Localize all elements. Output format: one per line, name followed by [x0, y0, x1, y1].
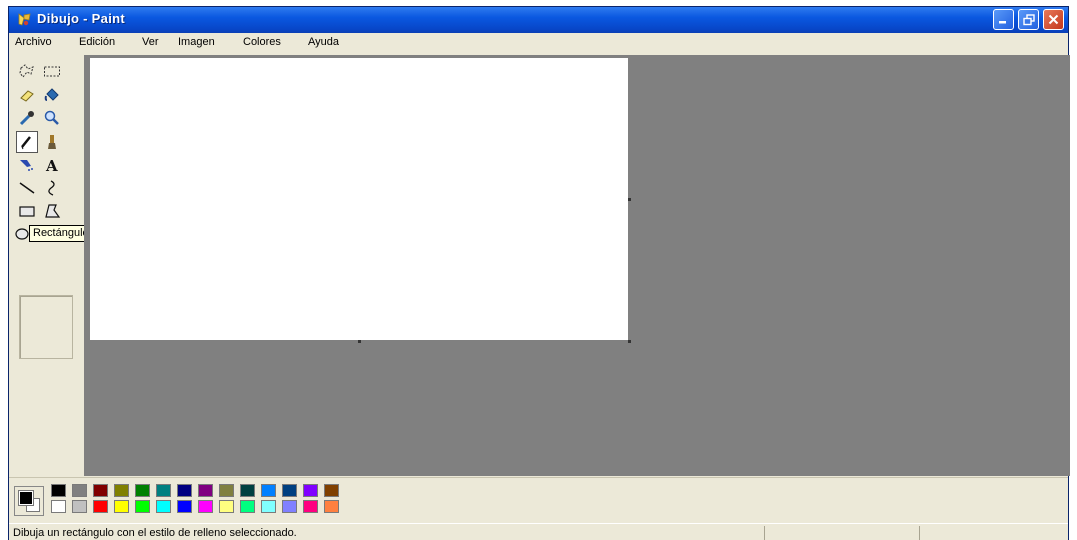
- palette-swatch[interactable]: [177, 484, 192, 497]
- menu-edicion[interactable]: Edición: [79, 36, 115, 48]
- color-picker-icon: [19, 111, 34, 126]
- tool-rect-select[interactable]: [41, 61, 63, 83]
- palette-swatch[interactable]: [219, 484, 234, 497]
- palette-swatch[interactable]: [303, 484, 318, 497]
- magnifier-icon: [44, 110, 59, 125]
- minimize-button[interactable]: [993, 9, 1014, 30]
- status-text: Dibuja un rectángulo con el estilo de re…: [13, 527, 297, 539]
- palette-swatch[interactable]: [93, 484, 108, 497]
- menu-ver[interactable]: Ver: [142, 36, 159, 48]
- restore-button[interactable]: [1018, 9, 1039, 30]
- close-button[interactable]: [1043, 9, 1064, 30]
- menu-bar: Archivo Edición Ver Imagen Colores Ayuda: [9, 33, 1068, 53]
- palette-swatch[interactable]: [51, 484, 66, 497]
- palette-swatch[interactable]: [324, 484, 339, 497]
- tool-rectangle[interactable]: [16, 200, 38, 222]
- polygon-icon: [45, 204, 61, 218]
- tool-eraser[interactable]: [16, 84, 38, 106]
- svg-text:A: A: [45, 157, 58, 174]
- workspace: [84, 55, 1070, 476]
- menu-archivo[interactable]: Archivo: [15, 36, 52, 48]
- palette-swatch[interactable]: [198, 484, 213, 497]
- foreground-color: [18, 490, 34, 506]
- brush-icon: [48, 135, 56, 149]
- minimize-icon: [999, 21, 1006, 24]
- tool-options-panel[interactable]: [19, 295, 73, 359]
- palette-swatch[interactable]: [282, 484, 297, 497]
- palette-swatch[interactable]: [51, 500, 66, 513]
- curve-icon: [48, 180, 55, 196]
- palette-swatch[interactable]: [198, 500, 213, 513]
- palette-swatch[interactable]: [135, 484, 150, 497]
- palette-swatch[interactable]: [240, 484, 255, 497]
- resize-handle-right[interactable]: [628, 198, 631, 201]
- menu-colores[interactable]: Colores: [243, 36, 281, 48]
- status-pane-coords: [764, 526, 919, 540]
- paint-app-icon: [18, 13, 31, 26]
- tool-line[interactable]: [16, 177, 38, 199]
- color-box: [9, 477, 1068, 522]
- restore-icon: [1022, 13, 1035, 25]
- airbrush-icon: [20, 160, 33, 171]
- palette-swatch[interactable]: [324, 500, 339, 513]
- tool-curve[interactable]: [41, 177, 63, 199]
- status-bar: Dibuja un rectángulo con el estilo de re…: [9, 523, 1068, 540]
- palette-swatch[interactable]: [114, 500, 129, 513]
- palette-swatch[interactable]: [72, 500, 87, 513]
- palette-swatch[interactable]: [156, 484, 171, 497]
- resize-handle-corner[interactable]: [628, 340, 631, 343]
- toolbox: A: [9, 55, 83, 475]
- resize-handle-bottom[interactable]: [358, 340, 361, 343]
- palette-swatch[interactable]: [240, 500, 255, 513]
- tool-text[interactable]: A: [41, 154, 63, 176]
- palette-swatch[interactable]: [93, 500, 108, 513]
- menu-ayuda[interactable]: Ayuda: [308, 36, 339, 48]
- tool-polygon[interactable]: [41, 200, 63, 222]
- text-icon: A: [45, 157, 58, 174]
- tool-pencil[interactable]: [16, 131, 38, 153]
- current-colors[interactable]: [14, 486, 44, 516]
- palette-swatch[interactable]: [303, 500, 318, 513]
- title-bar[interactable]: Dibujo - Paint: [9, 7, 1068, 33]
- palette-swatch[interactable]: [114, 484, 129, 497]
- tool-free-select[interactable]: [16, 61, 38, 83]
- palette-swatch[interactable]: [72, 484, 87, 497]
- palette-swatch[interactable]: [177, 500, 192, 513]
- palette-swatch[interactable]: [135, 500, 150, 513]
- paint-window: Dibujo - Paint Archivo Edición Ver Image…: [8, 6, 1070, 540]
- tool-fill[interactable]: [41, 84, 63, 106]
- palette-swatch[interactable]: [261, 500, 276, 513]
- close-icon: [1048, 14, 1059, 25]
- pencil-icon: [21, 136, 31, 150]
- eraser-icon: [20, 90, 34, 102]
- window-title: Dibujo - Paint: [37, 11, 125, 26]
- palette-swatch[interactable]: [261, 484, 276, 497]
- tool-brush[interactable]: [41, 131, 63, 153]
- rectangle-icon: [19, 206, 35, 217]
- palette-swatch[interactable]: [219, 500, 234, 513]
- palette-swatch[interactable]: [156, 500, 171, 513]
- tool-magnifier[interactable]: [41, 107, 63, 129]
- status-pane-size: [919, 526, 1070, 540]
- palette-swatch[interactable]: [282, 500, 297, 513]
- free-select-icon: [19, 64, 34, 78]
- tool-airbrush[interactable]: [16, 154, 38, 176]
- menu-imagen[interactable]: Imagen: [178, 36, 215, 48]
- line-icon: [19, 182, 35, 194]
- fill-bucket-icon: [44, 88, 59, 101]
- drawing-canvas[interactable]: [90, 58, 628, 340]
- tool-color-picker[interactable]: [16, 107, 38, 129]
- rect-select-icon: [44, 66, 60, 77]
